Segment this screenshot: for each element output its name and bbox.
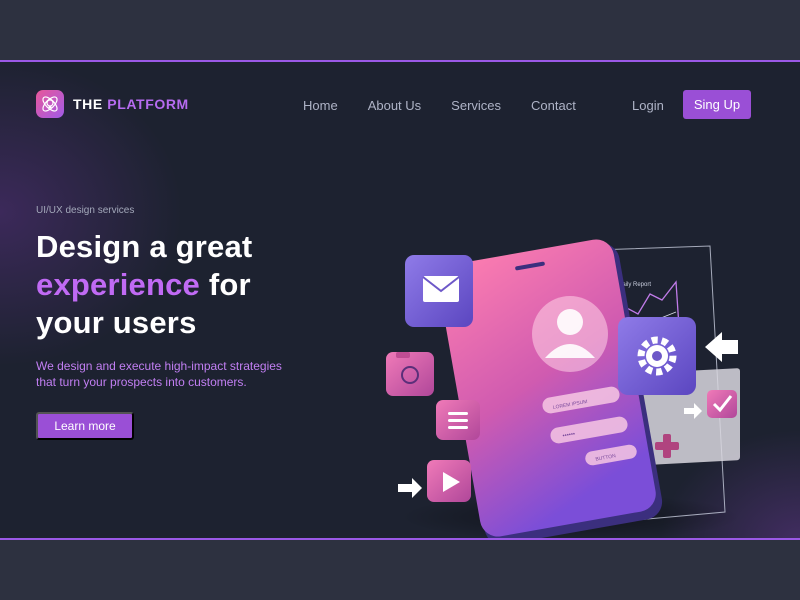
brand-name-part2: PLATFORM — [107, 96, 189, 112]
hero-headline: Design a great experience for your users — [36, 228, 252, 342]
lightbulb-icon — [36, 90, 64, 118]
description-line2: that turn your prospects into customers. — [36, 375, 247, 389]
signup-button[interactable]: Sing Up — [683, 90, 751, 119]
hero-illustration: Daily Report LOREM IPSUM •••••• BUTTON — [386, 239, 740, 538]
main-nav: Home About Us Services Contact — [303, 98, 606, 113]
camera-icon — [386, 352, 434, 396]
gear-icon — [618, 317, 696, 395]
hero-eyebrow: UI/UX design services — [36, 205, 135, 216]
hero-description: We design and execute high-impact strate… — [36, 358, 336, 390]
brand-name-part1: THE — [73, 96, 108, 112]
headline-line2: experience for — [36, 266, 252, 304]
login-link[interactable]: Login — [632, 98, 664, 113]
headline-line2-rest: for — [200, 267, 251, 302]
headline-line3: your users — [36, 305, 197, 340]
description-line1: We design and execute high-impact strate… — [36, 359, 282, 373]
nav-link-about[interactable]: About Us — [368, 98, 421, 113]
headline-accent: experience — [36, 267, 200, 302]
mail-icon — [405, 255, 473, 327]
check-icon — [707, 390, 737, 418]
nav-link-home[interactable]: Home — [303, 98, 338, 113]
arrow-left-icon — [705, 332, 738, 362]
nav-link-services[interactable]: Services — [451, 98, 501, 113]
arrow-right-icon — [398, 478, 422, 498]
hero-panel: THE PLATFORM Home About Us Services Cont… — [0, 60, 800, 540]
brand-name: THE PLATFORM — [73, 96, 189, 112]
play-icon — [427, 460, 471, 502]
nav-link-contact[interactable]: Contact — [531, 98, 576, 113]
list-icon — [436, 400, 480, 440]
headline-line1: Design a great — [36, 229, 253, 264]
learn-more-button[interactable]: Learn more — [36, 412, 134, 440]
brand-logo[interactable]: THE PLATFORM — [36, 90, 189, 118]
